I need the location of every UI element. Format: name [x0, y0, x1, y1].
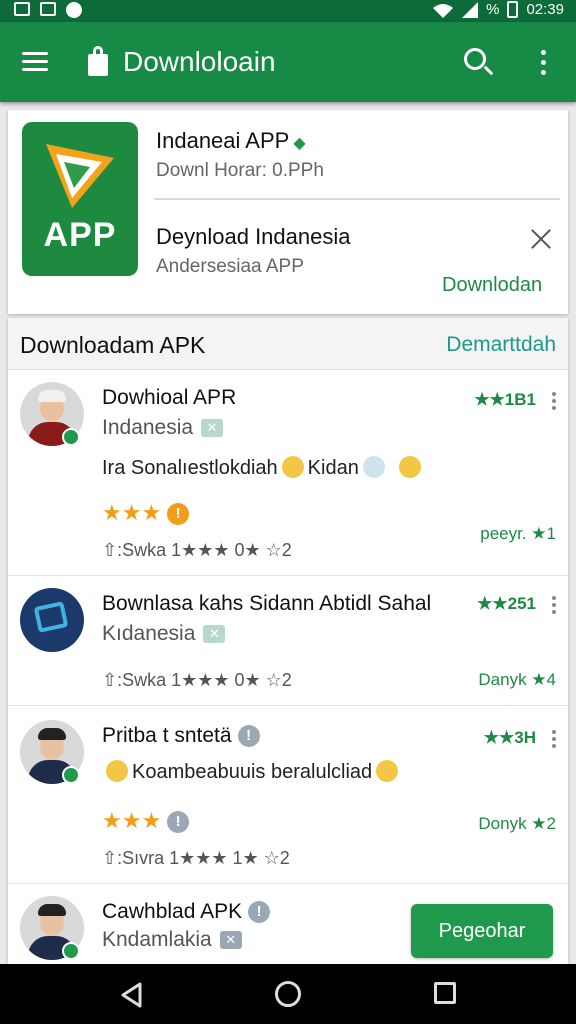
- item-rating: ★★1B1: [474, 390, 536, 409]
- item-subtitle-text: Kndamlakia: [102, 928, 212, 951]
- item-subtitle: Kndamlakia ✕: [102, 928, 242, 952]
- clock-icon: [66, 2, 82, 18]
- item-subtitle: Indanesia ✕: [102, 416, 224, 440]
- app-logo-avatar: [20, 588, 84, 652]
- verified-badge-icon: [62, 942, 80, 960]
- item-title: Pritba t sntetä!: [102, 724, 260, 748]
- tag-icon: ✕: [203, 625, 226, 643]
- install-button[interactable]: Pegeohar: [411, 904, 553, 958]
- play-arrow-icon: [46, 144, 114, 208]
- item-description-text: Koambeabuuis beralulcliad: [132, 761, 373, 783]
- search-icon[interactable]: [464, 48, 494, 78]
- item-more-icon[interactable]: [552, 730, 556, 751]
- emoji-icon: [362, 456, 385, 478]
- signal-icon: [462, 1, 479, 18]
- info-icon: !: [167, 811, 190, 833]
- star-rating: ★★★!: [102, 500, 190, 526]
- list-item[interactable]: Pritba t sntetä! Koambeabuuis beralulcli…: [8, 708, 568, 884]
- item-subtitle-text: Indanesia: [102, 416, 194, 439]
- item-count: peeyr. ★1: [480, 524, 556, 543]
- list-item[interactable]: Bownlasa kahs Sidann Abtidl Sahal Kıdane…: [8, 576, 568, 706]
- featured-app-card[interactable]: APP Indaneai APP ◆ Downl Horar: 0.PPh Dey…: [8, 110, 568, 314]
- featured-title-text: Indaneai APP: [156, 128, 290, 153]
- list-item[interactable]: Dowhioal APR Indanesia ✕ Ira Sonalıestlok…: [8, 370, 568, 576]
- item-subtitle-text: Kıdanesia: [102, 622, 196, 645]
- item-title-text: Pritba t sntetä: [102, 724, 232, 747]
- menu-icon[interactable]: [22, 50, 50, 72]
- item-rating: ★★251: [477, 594, 536, 613]
- item-meta: ⇧:Swka 1★★★ 0★ ☆2: [102, 670, 292, 690]
- more-options-icon[interactable]: [540, 50, 548, 76]
- verified-diamond-icon: ◆: [293, 135, 306, 152]
- star-rating: ★★★!: [102, 808, 190, 834]
- status-notification-icons: [14, 2, 82, 18]
- item-title: Dowhioal APR: [102, 386, 237, 409]
- tag-icon: ✕: [219, 931, 242, 949]
- list-header: Downloadam APK Demarttdah: [8, 318, 568, 370]
- item-rating: ★★3H: [483, 728, 536, 747]
- item-description-b: Kidan: [307, 457, 359, 479]
- verified-badge-icon: [62, 428, 80, 446]
- download-link[interactable]: Downlodan: [442, 274, 542, 297]
- app-bar-title: Downloloain: [123, 46, 276, 77]
- emoji-icon: [281, 456, 304, 478]
- app-list-panel: Downloadam APK Demarttdah Dowhioal APR I…: [8, 318, 568, 964]
- item-more-icon[interactable]: [552, 596, 556, 617]
- tag-icon: ✕: [201, 419, 224, 437]
- emoji-icon: [376, 760, 399, 782]
- item-meta: ⇧:Swka 1★★★ 0★ ☆2: [102, 540, 292, 560]
- info-icon: !: [248, 901, 271, 923]
- item-title-text: Cawhblad APK: [102, 900, 243, 923]
- app-logo-text: APP: [43, 216, 117, 254]
- featured-subtitle: Downl Horar: 0.PPh: [156, 160, 324, 181]
- item-subtitle: Kıdanesia ✕: [102, 622, 226, 646]
- item-title: Bownlasa kahs Sidann Abtidl Sahal: [102, 592, 432, 615]
- list-header-more-link[interactable]: Demarttdah: [446, 333, 556, 357]
- app-bar: Downloloain: [0, 22, 576, 102]
- image-icon: [40, 2, 56, 16]
- featured-name-sub: Andersesiaa APP: [156, 256, 304, 277]
- star-rating-stars: ★★★: [102, 808, 162, 833]
- back-icon[interactable]: [120, 982, 144, 1008]
- divider: [154, 198, 560, 200]
- item-more-icon[interactable]: [552, 392, 556, 413]
- featured-title: Indaneai APP ◆: [156, 128, 306, 154]
- shopping-bag-icon: [88, 46, 108, 76]
- close-icon[interactable]: [528, 226, 554, 252]
- info-icon: !: [237, 725, 260, 747]
- wifi-icon: [433, 3, 454, 18]
- app-logo[interactable]: APP: [22, 122, 138, 276]
- warning-icon: !: [167, 503, 190, 525]
- recent-apps-icon[interactable]: [434, 982, 456, 1004]
- emoji-icon: [398, 456, 421, 478]
- clock-time: 02:39: [526, 1, 564, 18]
- featured-name: Deynload Indanesia: [156, 224, 351, 249]
- verified-badge-icon: [62, 766, 80, 784]
- status-bar: % 02:39: [0, 0, 576, 22]
- item-description: Ira Sonalıestlokdiah Kidan: [102, 456, 425, 480]
- list-item[interactable]: Cawhblad APK! Kndamlakia ✕ Pegeohar: [8, 884, 568, 964]
- battery-text: %: [486, 1, 500, 18]
- battery-icon: [507, 1, 519, 18]
- item-description-a: Ira Sonalıestlokdiah: [102, 457, 278, 479]
- system-nav-bar: [0, 964, 576, 1024]
- item-meta: ⇧:Sıvra 1★★★ 1★ ☆2: [102, 848, 290, 868]
- item-count: Donyk ★2: [478, 814, 556, 833]
- home-icon[interactable]: [275, 981, 301, 1007]
- item-title: Cawhblad APK!: [102, 900, 271, 924]
- gallery-icon: [14, 2, 30, 16]
- status-system-icons: % 02:39: [432, 1, 564, 18]
- star-rating-stars: ★★★: [102, 500, 162, 525]
- list-header-title: Downloadam APK: [20, 332, 206, 358]
- emoji-icon: [106, 760, 128, 782]
- item-description: Koambeabuuis beralulcliad: [102, 760, 402, 784]
- item-count: Danyk ★4: [478, 670, 556, 689]
